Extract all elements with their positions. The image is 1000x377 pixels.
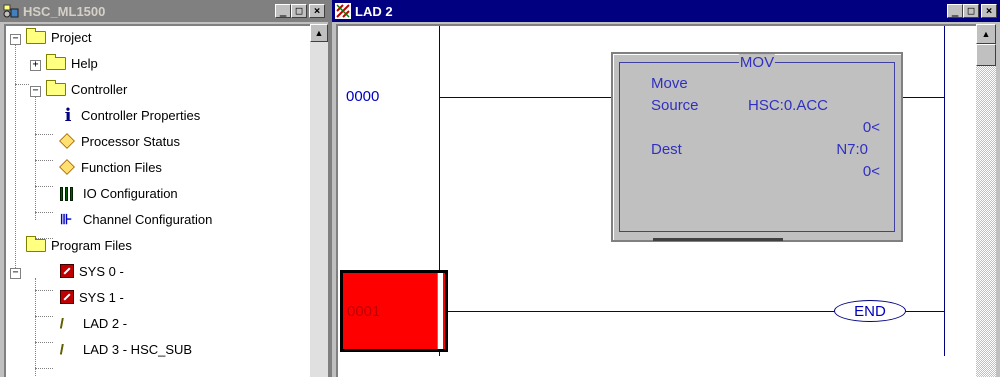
project-window: HSC_ML1500 _ □ × − Project + Help − Cont… xyxy=(0,0,330,377)
tree-item-channel-configuration[interactable]: ⊪ Channel Configuration xyxy=(60,208,212,230)
open-folder-icon xyxy=(26,235,46,252)
scroll-up-arrow-icon[interactable]: ▲ xyxy=(310,24,328,42)
end-label: END xyxy=(854,302,886,320)
tree-item-lad2[interactable]: /// LAD 2 - xyxy=(60,312,127,334)
tree-item-processor-status[interactable]: Processor Status xyxy=(59,130,180,152)
ladder-scrollbar[interactable]: ▲ xyxy=(976,24,996,377)
rung-wire xyxy=(439,97,611,98)
mov-instruction-frame: MOV Move Source HSC:0.ACC 0< Dest N7:0 0… xyxy=(619,54,895,232)
tree-item-program-files[interactable]: Program Files xyxy=(26,234,132,256)
rung-wire xyxy=(906,311,944,312)
project-tree-scrollbar[interactable]: ▲ xyxy=(310,24,328,377)
mov-instruction[interactable]: MOV Move Source HSC:0.ACC 0< Dest N7:0 0… xyxy=(611,52,903,242)
rung-number: 0001 xyxy=(347,303,381,320)
folder-icon xyxy=(46,53,66,70)
ladder-program-icon: /// xyxy=(60,341,78,357)
project-app-icon xyxy=(3,4,19,18)
io-rack-icon xyxy=(60,185,78,201)
tree-item-controller-properties[interactable]: i Controller Properties xyxy=(60,104,201,126)
selection-stripe xyxy=(437,273,443,349)
end-of-program-marker[interactable]: END xyxy=(834,300,906,322)
info-icon: i xyxy=(64,104,72,126)
mov-title: MOV xyxy=(738,54,776,71)
open-folder-icon xyxy=(26,27,46,44)
selected-rung-marker[interactable]: 0001 xyxy=(340,270,448,352)
help-expand-toggle[interactable]: + xyxy=(30,60,41,71)
ladder-program-icon: /// xyxy=(60,315,78,331)
minimize-button[interactable]: _ xyxy=(275,4,291,18)
project-tree: − Project + Help − Controller i Controll… xyxy=(4,24,310,377)
close-button[interactable]: × xyxy=(309,4,325,18)
tree-item-lad3[interactable]: /// LAD 3 - HSC_SUB xyxy=(60,338,192,360)
tree-item-label: Processor Status xyxy=(81,133,180,149)
tree-item-label: Function Files xyxy=(81,159,162,175)
system-program-icon xyxy=(60,264,74,278)
tree-item-label: Project xyxy=(51,29,92,45)
tree-item-io-configuration[interactable]: IO Configuration xyxy=(60,182,178,204)
tree-item-label: Help xyxy=(71,55,98,71)
mov-source-address[interactable]: HSC:0.ACC xyxy=(748,97,828,114)
mov-dest-address[interactable]: N7:0 xyxy=(836,141,868,158)
tree-item-sys0[interactable]: SYS 0 - xyxy=(60,260,124,282)
close-button[interactable]: × xyxy=(981,4,997,18)
tree-item-label: SYS 1 - xyxy=(79,289,124,305)
project-window-title: HSC_ML1500 xyxy=(23,3,106,19)
ladder-window-title: LAD 2 xyxy=(355,3,393,19)
rung-wire xyxy=(448,311,834,312)
maximize-button[interactable]: □ xyxy=(963,4,979,18)
right-power-rail xyxy=(944,26,945,356)
system-program-icon xyxy=(60,290,74,304)
tree-item-label: Controller Properties xyxy=(81,107,201,123)
tree-item-label: IO Configuration xyxy=(83,185,178,201)
tree-item-controller[interactable]: Controller xyxy=(46,78,127,100)
ladder-app-icon xyxy=(335,3,351,19)
data-file-icon xyxy=(59,133,75,149)
open-folder-icon xyxy=(46,79,66,96)
tree-item-help[interactable]: Help xyxy=(46,52,98,74)
tree-item-function-files[interactable]: Function Files xyxy=(59,156,162,178)
mov-source-data: 0< xyxy=(862,119,880,136)
tree-item-label: SYS 0 - xyxy=(79,263,124,279)
scroll-thumb[interactable] xyxy=(976,44,996,66)
ladder-window-titlebar[interactable]: LAD 2 _ □ × xyxy=(332,0,1000,22)
rung-number[interactable]: 0000 xyxy=(346,88,379,105)
tree-item-label: Program Files xyxy=(51,237,132,253)
mov-source-label: Source xyxy=(651,97,699,114)
tree-item-project[interactable]: Project xyxy=(26,26,91,48)
project-window-titlebar[interactable]: HSC_ML1500 _ □ × xyxy=(0,0,328,22)
tree-item-label: LAD 2 - xyxy=(83,315,128,331)
mov-dest-data: 0< xyxy=(862,163,880,180)
tree-item-label: Controller xyxy=(71,81,128,97)
scroll-up-arrow-icon[interactable]: ▲ xyxy=(976,24,996,44)
ladder-editor[interactable]: 0000 MOV Move Source HSC:0.ACC 0< Dest N… xyxy=(336,24,976,377)
minimize-button[interactable]: _ xyxy=(947,4,963,18)
mov-name: Move xyxy=(651,75,688,92)
rung-wire xyxy=(903,97,944,98)
project-collapse-toggle[interactable]: − xyxy=(10,34,21,45)
tree-item-sys1[interactable]: SYS 1 - xyxy=(60,286,124,308)
program-files-collapse-toggle[interactable]: − xyxy=(10,268,21,279)
tree-item-label: Channel Configuration xyxy=(83,211,213,227)
data-file-icon xyxy=(59,159,75,175)
mov-bottom-edge xyxy=(653,238,783,241)
controller-collapse-toggle[interactable]: − xyxy=(30,86,41,97)
channel-icon: ⊪ xyxy=(60,210,73,227)
tree-item-label: LAD 3 - HSC_SUB xyxy=(83,341,193,357)
ladder-window: LAD 2 _ □ × 0000 MOV Move Source HSC:0.A… xyxy=(332,0,1000,377)
mov-dest-label: Dest xyxy=(651,141,682,158)
maximize-button[interactable]: □ xyxy=(291,4,307,18)
